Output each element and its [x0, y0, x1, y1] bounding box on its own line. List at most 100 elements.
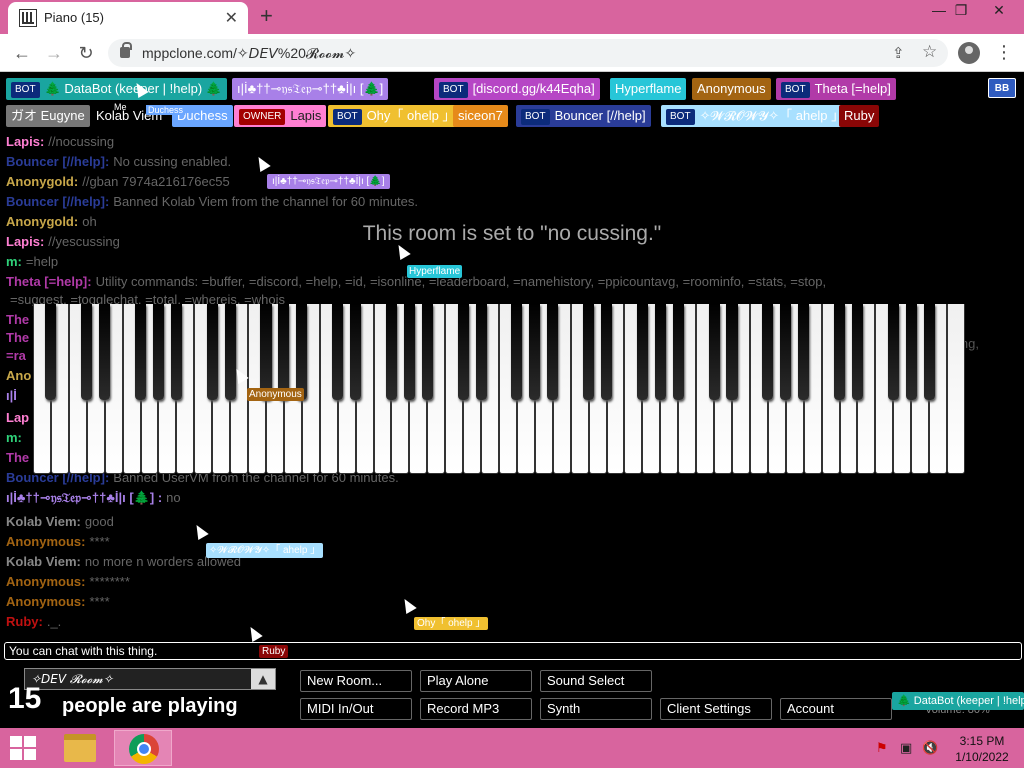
midi-button[interactable]: MIDI In/Out [300, 698, 412, 720]
black-key[interactable] [654, 304, 666, 400]
bb-button[interactable]: BB [988, 78, 1016, 98]
white-key[interactable] [947, 304, 965, 474]
participant-tag[interactable]: BOT 🌲 DataBot (keeper | !help) 🌲 [6, 78, 227, 100]
black-key[interactable] [600, 304, 613, 400]
black-key[interactable] [81, 304, 93, 400]
black-key[interactable] [403, 304, 415, 400]
reload-button[interactable]: ↻ [74, 41, 98, 65]
participant-tag[interactable]: ガオ Eugyne [6, 105, 90, 127]
black-key[interactable] [851, 304, 863, 400]
browser-menu-icon[interactable]: ⋮ [995, 42, 1013, 63]
room-dropdown-arrow-icon[interactable]: ▲ [251, 669, 275, 689]
participant-tag[interactable]: BOT ✧𝓦𝓡𝓞𝓦𝓨✧「 ahelp 」 [661, 105, 850, 127]
black-key[interactable] [385, 304, 397, 400]
no-cussing-notice: This room is set to "no cussing." [362, 222, 662, 245]
play-alone-button[interactable]: Play Alone [420, 670, 532, 692]
synth-button[interactable]: Synth [540, 698, 652, 720]
network-warning-icon[interactable]: ⚑ [876, 740, 888, 756]
participant-tag[interactable]: BOT Bouncer [//help] [516, 105, 651, 127]
black-key[interactable] [583, 304, 595, 400]
tab-close-icon[interactable]: ✕ [225, 8, 238, 28]
black-key[interactable] [511, 304, 523, 400]
black-key[interactable] [923, 304, 935, 400]
clock-date[interactable]: 1/10/2022 [950, 750, 1014, 764]
window-close-button[interactable]: ✕ [985, 2, 1013, 22]
black-key[interactable] [798, 304, 810, 400]
black-key[interactable] [708, 304, 720, 400]
chat-input[interactable]: You can chat with this thing. [4, 642, 1022, 660]
chat-message: =ra [6, 348, 30, 363]
chat-author: The [6, 330, 30, 345]
piano-keyboard[interactable] [33, 304, 965, 474]
black-key[interactable] [224, 304, 236, 400]
chat-message: The [6, 330, 33, 345]
cursor-tag-anonymous: Anonymous [247, 388, 304, 401]
forward-button[interactable]: → [42, 41, 66, 65]
participant-tag[interactable]: ı|İ♣††⊸𝔶𝔰𝔗𝔢𝔭⊸††♣İ|ı [🌲] [232, 78, 389, 100]
participant-tag[interactable]: BOT Theta [=help] [776, 78, 896, 100]
room-select[interactable]: ✧𝘋𝘌𝘝 𝓡𝓸𝓸𝓶✧ ▲ [24, 668, 276, 690]
black-key[interactable] [905, 304, 917, 400]
black-key[interactable] [350, 304, 362, 400]
browser-tab[interactable]: Piano (15) ✕ [8, 2, 248, 34]
black-key[interactable] [45, 304, 57, 400]
chat-message: The [6, 450, 33, 465]
share-icon[interactable]: ⇪ [892, 44, 905, 62]
me-label: Me [114, 102, 127, 112]
black-key[interactable] [170, 304, 182, 400]
sound-select-button[interactable]: Sound Select [540, 670, 652, 692]
black-key[interactable] [780, 304, 792, 400]
black-key[interactable] [206, 304, 218, 400]
participant-tag[interactable]: BOT Ohy「 ohelp 」 [328, 105, 461, 127]
volume-muted-icon[interactable]: 🔇 [922, 740, 938, 756]
record-mp3-button[interactable]: Record MP3 [420, 698, 532, 720]
participant-tag[interactable]: BOT [discord.gg/k44Eqha] [434, 78, 600, 100]
black-key[interactable] [134, 304, 147, 400]
participant-tag[interactable]: Hyperflame [610, 78, 687, 100]
restore-button[interactable]: ❐ [947, 2, 975, 22]
bookmark-star-icon[interactable]: ☆ [922, 42, 937, 62]
participant-tag[interactable]: Ruby [839, 105, 880, 127]
participant-tag[interactable]: OWNER Lapis [234, 105, 327, 127]
black-key[interactable] [833, 304, 846, 400]
chat-message: Bouncer [//help]: Banned Kolab Viem from … [6, 194, 418, 209]
back-button[interactable]: ← [10, 41, 34, 65]
black-key[interactable] [475, 304, 487, 400]
cursor-icon [399, 595, 417, 615]
account-button[interactable]: Account [780, 698, 892, 720]
file-explorer-icon[interactable] [64, 734, 96, 762]
black-key[interactable] [152, 304, 164, 400]
black-key[interactable] [278, 304, 290, 400]
piano-page: Lapis://nocussing Bouncer [//help]: No cus… [0, 72, 1024, 728]
lock-icon[interactable] [120, 42, 132, 58]
black-key[interactable] [99, 304, 111, 400]
new-room-button[interactable]: New Room... [300, 670, 412, 692]
black-key[interactable] [457, 304, 469, 400]
profile-avatar-icon[interactable] [958, 42, 980, 64]
chat-author: Anonymous: [6, 594, 86, 609]
chrome-taskbar-button[interactable] [114, 730, 172, 766]
black-key[interactable] [296, 304, 308, 400]
black-key[interactable] [332, 304, 344, 400]
chat-author: Anonymous: [6, 574, 86, 589]
address-bar[interactable]: mppclone.com/✧𝘋𝘌𝘝%20𝓡𝓸𝓸𝓶✧ ⇪ ☆ [108, 39, 948, 67]
black-key[interactable] [636, 304, 648, 400]
windows-start-icon[interactable] [10, 736, 36, 760]
black-key[interactable] [421, 304, 433, 400]
black-key[interactable] [529, 304, 541, 400]
black-key[interactable] [672, 304, 684, 400]
black-key[interactable] [726, 304, 738, 400]
black-key[interactable] [887, 304, 899, 400]
client-settings-button[interactable]: Client Settings [660, 698, 772, 720]
black-key[interactable] [762, 304, 774, 400]
chrome-icon [129, 734, 159, 764]
participant-tag[interactable]: Anonymous [692, 78, 771, 100]
new-tab-button[interactable]: + [260, 5, 273, 27]
black-key[interactable] [547, 304, 559, 400]
participant-name: siceon7 [458, 108, 503, 123]
black-key[interactable] [260, 304, 272, 400]
network-icon[interactable]: ▣ [900, 740, 912, 756]
url-text[interactable]: mppclone.com/✧𝘋𝘌𝘝%20𝓡𝓸𝓸𝓶✧ [142, 45, 356, 62]
participant-tag[interactable]: siceon7 [453, 105, 508, 127]
clock-time[interactable]: 3:15 PM [952, 734, 1012, 748]
